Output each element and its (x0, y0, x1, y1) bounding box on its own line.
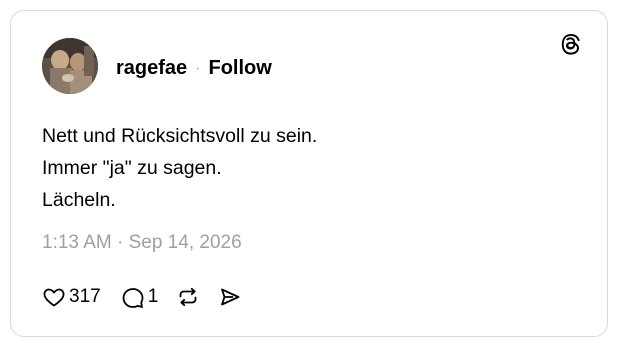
like-button[interactable]: 317 (42, 285, 101, 309)
post-text-line: Nett und Rücksichtsvoll zu sein. (42, 125, 318, 147)
repost-icon (176, 285, 200, 309)
post-text-line: Immer "ja" zu sagen. (42, 157, 222, 179)
repost-button[interactable] (176, 285, 200, 309)
follow-button[interactable]: Follow (208, 57, 271, 80)
post-card: ragefae · Follow Nett und Rücksichtsvoll… (10, 10, 608, 337)
action-bar: 317 1 (42, 283, 242, 311)
avatar[interactable] (42, 38, 98, 94)
post-timestamp[interactable]: 1:13 AM · Sep 14, 2026 (42, 232, 242, 254)
like-count: 317 (69, 286, 101, 307)
send-icon (218, 285, 242, 309)
heart-icon (42, 285, 66, 309)
post-text-line: Lächeln. (42, 189, 116, 211)
speech-bubble-icon (121, 285, 145, 309)
reply-button[interactable]: 1 (121, 285, 159, 309)
separator-dot: · (195, 59, 201, 77)
post-text: Nett und Rücksichtsvoll zu sein. Immer "… (42, 120, 317, 216)
avatar-image (42, 38, 98, 94)
share-button[interactable] (218, 285, 242, 309)
threads-logo-icon[interactable] (557, 31, 583, 57)
author-row: ragefae · Follow (116, 57, 272, 80)
reply-count: 1 (147, 286, 159, 307)
username-link[interactable]: ragefae (116, 57, 187, 80)
